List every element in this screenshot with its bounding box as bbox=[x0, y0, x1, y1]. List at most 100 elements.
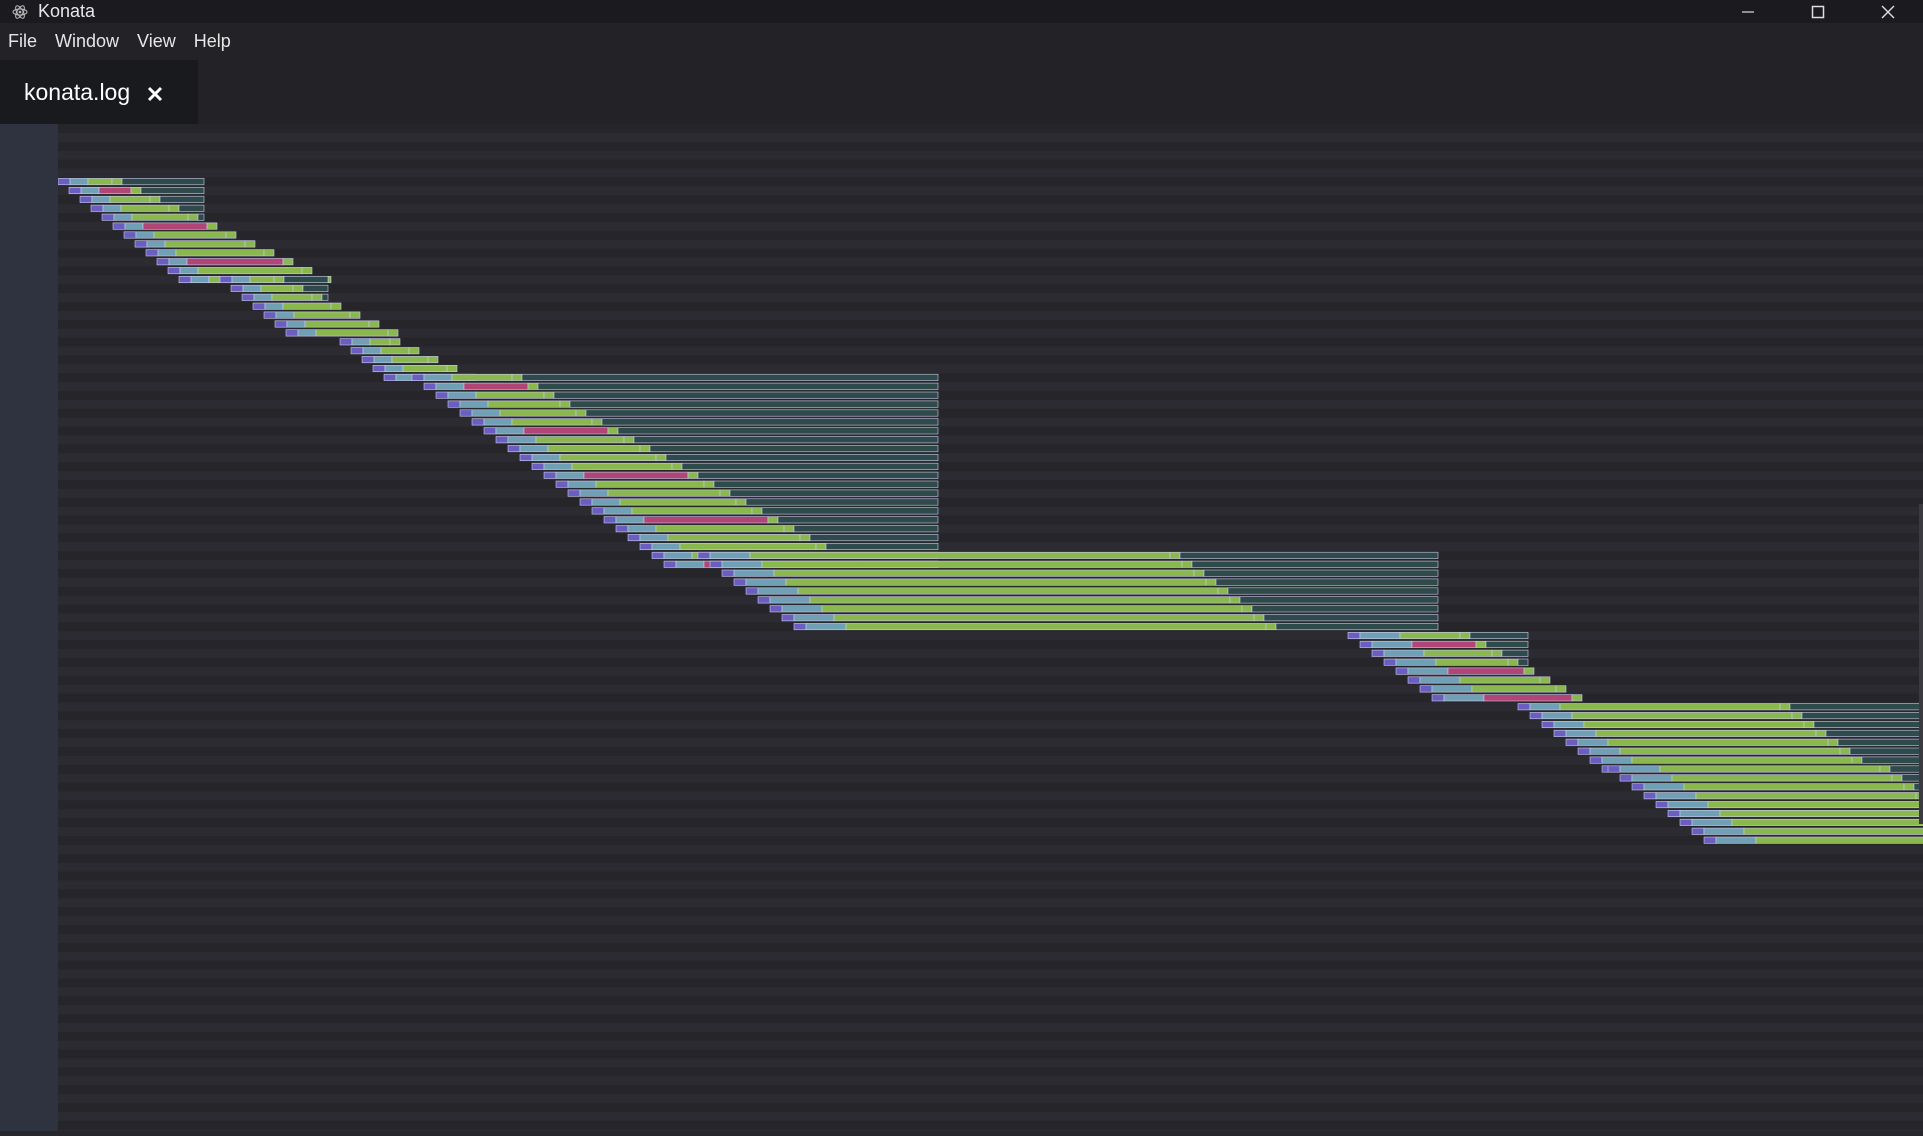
row-band bbox=[58, 1094, 1923, 1103]
pipeline-stage-segment bbox=[751, 507, 763, 515]
pipeline-stage-segment bbox=[1529, 703, 1561, 711]
row-band bbox=[58, 293, 1923, 302]
pipeline-stage-segment bbox=[1837, 738, 1923, 746]
menu-file[interactable]: File bbox=[8, 31, 37, 52]
pipeline-stage-segment bbox=[286, 320, 306, 328]
pipeline-stage-segment bbox=[719, 489, 731, 497]
menu-view[interactable]: View bbox=[137, 31, 176, 52]
pipeline-stage-segment bbox=[1679, 809, 1721, 817]
pipeline-stage-segment bbox=[463, 382, 529, 390]
pipeline-stage-segment bbox=[242, 284, 262, 292]
pipeline-stage-segment bbox=[1849, 747, 1923, 755]
row-band bbox=[58, 844, 1923, 854]
pipeline-stage-segment bbox=[1703, 827, 1745, 835]
pipeline-stage-segment bbox=[149, 195, 161, 203]
pipeline-stage-segment bbox=[1667, 801, 1709, 809]
row-band bbox=[58, 239, 1923, 249]
row-band bbox=[58, 275, 1923, 285]
pipeline-stage-segment bbox=[1619, 765, 1661, 773]
pipeline-stage-segment bbox=[252, 302, 266, 310]
pipeline-stage-segment bbox=[1659, 765, 1881, 773]
pipeline-stage-segment bbox=[1803, 720, 1815, 728]
pipeline-stage-segment bbox=[260, 284, 294, 292]
pipeline-stage-segment bbox=[1203, 569, 1439, 577]
pipeline-stage-segment bbox=[567, 489, 581, 497]
pipeline-stage-segment bbox=[697, 551, 711, 559]
vertical-scrollbar[interactable] bbox=[1919, 504, 1923, 824]
pipeline-stage-segment bbox=[140, 186, 205, 194]
close-window-button[interactable] bbox=[1853, 0, 1923, 23]
row-band bbox=[58, 221, 1923, 231]
pipeline-stage-segment bbox=[244, 240, 256, 248]
row-band bbox=[58, 862, 1923, 872]
pipeline-stage-segment bbox=[1671, 774, 1893, 782]
minimize-button[interactable] bbox=[1713, 0, 1783, 23]
pipeline-stage-segment bbox=[1577, 747, 1591, 755]
pipeline-stage-segment bbox=[651, 551, 665, 559]
pipeline-stage-segment bbox=[761, 560, 1183, 568]
pipeline-stage-segment bbox=[1359, 631, 1401, 639]
row-band bbox=[58, 204, 1923, 213]
pipeline-stage-segment bbox=[793, 614, 835, 622]
pipeline-stage-segment bbox=[241, 293, 255, 301]
pipeline-stage-segment bbox=[745, 587, 759, 595]
pipeline-stage-segment bbox=[793, 623, 807, 631]
pipeline-stage-segment bbox=[595, 480, 705, 488]
pipeline-stage-segment bbox=[186, 258, 284, 266]
pipeline-stage-segment bbox=[623, 436, 635, 444]
pipeline-stage-segment bbox=[79, 195, 93, 203]
pipeline-stage-segment bbox=[785, 578, 1207, 586]
pipeline-stage-segment bbox=[1169, 551, 1181, 559]
close-tab-button[interactable] bbox=[144, 83, 166, 105]
pipeline-stage-segment bbox=[142, 222, 208, 230]
pipeline-stage-segment bbox=[349, 311, 361, 319]
pipeline-stage-segment bbox=[369, 338, 391, 346]
pipeline-stage-segment bbox=[1431, 694, 1445, 702]
pipeline-stage-segment bbox=[675, 560, 705, 568]
pipeline-stage-segment bbox=[507, 445, 521, 453]
pipeline-stage-segment bbox=[1383, 649, 1425, 657]
pipeline-view[interactable] bbox=[57, 124, 1923, 1136]
maximize-button[interactable] bbox=[1783, 0, 1853, 23]
pipeline-stage-segment bbox=[109, 195, 151, 203]
pipeline-stage-segment bbox=[1565, 729, 1597, 737]
pipeline-stage-segment bbox=[1683, 783, 1905, 791]
pipeline-stage-segment bbox=[591, 507, 605, 515]
pipeline-stage-segment bbox=[253, 293, 273, 301]
pipeline-stage-segment bbox=[651, 542, 681, 550]
pipeline-stage-segment bbox=[1501, 649, 1529, 657]
pipeline-svg bbox=[57, 132, 1923, 1136]
pipeline-stage-segment bbox=[1471, 685, 1557, 693]
pipeline-stage-segment bbox=[372, 365, 386, 373]
pipeline-stage-segment bbox=[821, 605, 1243, 613]
pipeline-stage-segment bbox=[1485, 640, 1529, 648]
row-band bbox=[58, 916, 1923, 925]
pipeline-stage-segment bbox=[603, 507, 633, 515]
pipeline-stage-segment bbox=[1825, 729, 1923, 737]
pipeline-stage-segment bbox=[263, 249, 275, 257]
pipeline-stage-segment bbox=[583, 471, 689, 479]
pipeline-stage-segment bbox=[1643, 792, 1657, 800]
pipeline-stage-segment bbox=[805, 623, 847, 631]
pipeline-stage-segment bbox=[555, 471, 585, 479]
pipeline-stage-segment bbox=[799, 534, 811, 542]
pipeline-stage-segment bbox=[1227, 587, 1439, 595]
pipeline-stage-segment bbox=[631, 507, 753, 515]
pipeline-stage-segment bbox=[230, 284, 244, 292]
pipeline-stage-segment bbox=[733, 578, 747, 586]
pipeline-stage-segment bbox=[1541, 712, 1573, 720]
pipeline-stage-segment bbox=[402, 365, 448, 373]
pipeline-stage-segment bbox=[1607, 765, 1621, 773]
pipeline-stage-segment bbox=[713, 480, 939, 488]
pipeline-stage-segment bbox=[1191, 560, 1439, 568]
pipeline-stage-segment bbox=[1555, 685, 1567, 693]
pipeline-stage-segment bbox=[681, 462, 939, 470]
pipeline-stage-segment bbox=[559, 400, 571, 408]
tab-konata-log[interactable]: konata.log bbox=[0, 60, 198, 124]
pipeline-stage-segment bbox=[793, 525, 939, 533]
menu-window[interactable]: Window bbox=[55, 31, 119, 52]
pipeline-stage-segment bbox=[293, 311, 351, 319]
pipeline-stage-segment bbox=[124, 222, 144, 230]
menu-help[interactable]: Help bbox=[194, 31, 231, 52]
pipeline-stage-segment bbox=[361, 356, 375, 364]
